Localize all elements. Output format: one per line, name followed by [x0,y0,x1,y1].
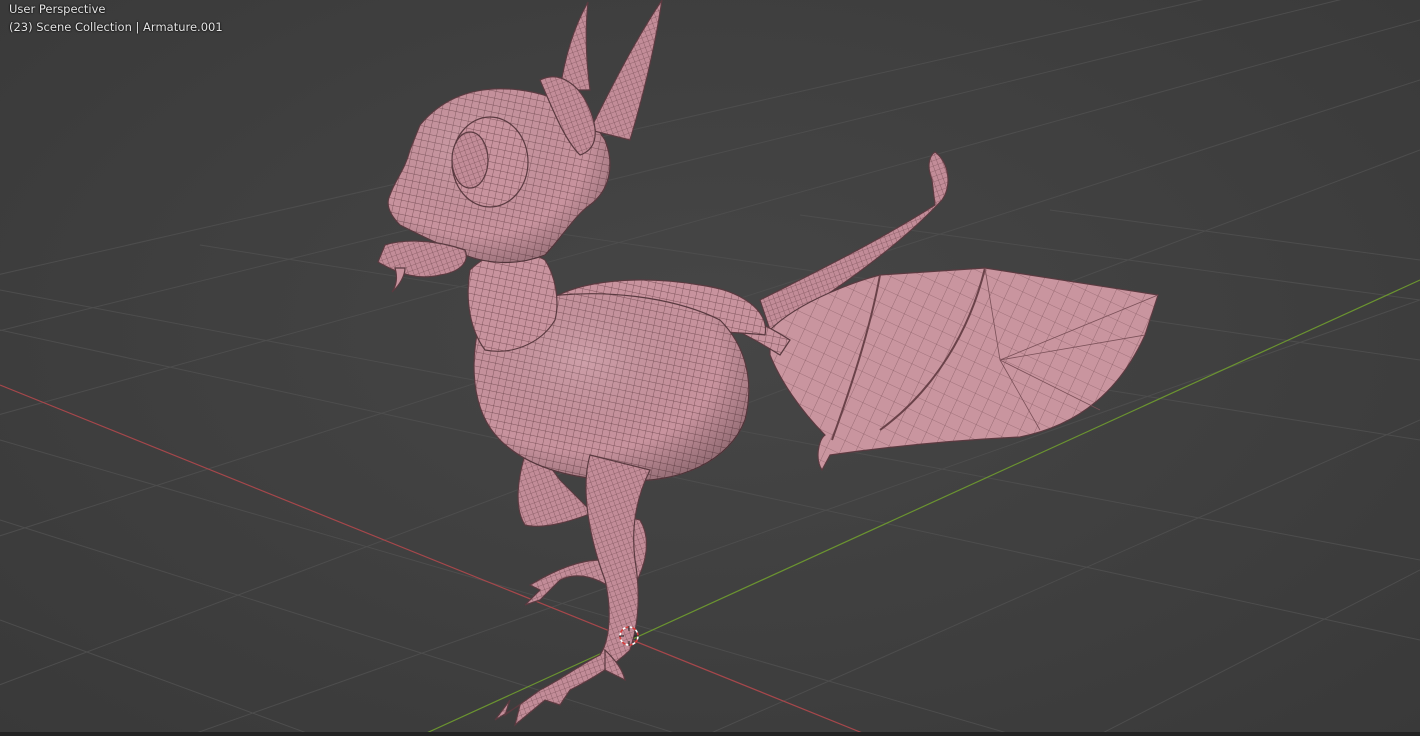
dragon-mesh [377,0,1159,727]
viewport-scene[interactable] [0,0,1420,736]
3d-viewport[interactable]: User Perspective (23) Scene Collection |… [0,0,1420,736]
scene-collection-label: (23) Scene Collection | Armature.001 [9,20,223,34]
dragon-horn-left [559,1,591,91]
dragon-jaw [377,240,467,278]
x-axis-line [0,384,871,736]
dragon-wing [769,267,1159,472]
dragon-horn-right [589,0,663,141]
view-name-label: User Perspective [9,2,106,16]
bottom-edge-bar [0,732,1420,736]
